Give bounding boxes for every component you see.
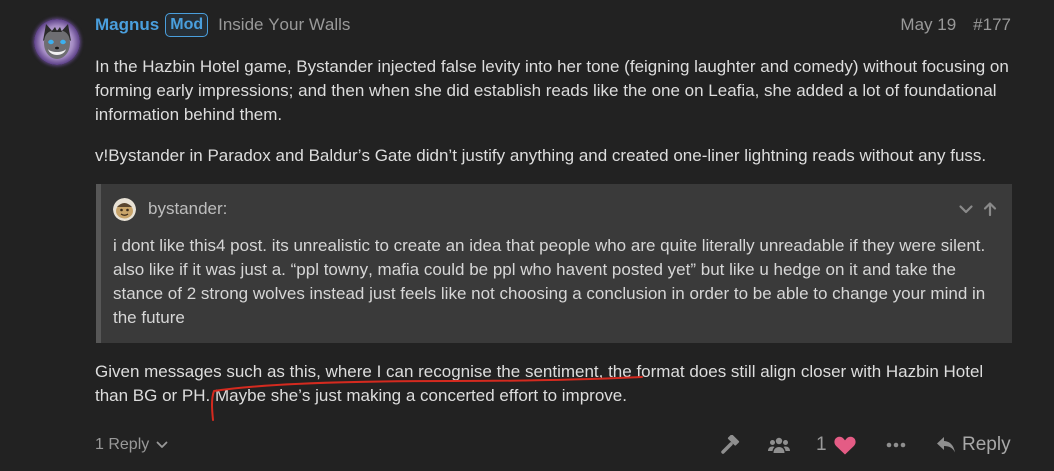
users-icon[interactable] xyxy=(768,436,790,454)
post-date[interactable]: May 19 xyxy=(900,15,956,35)
reply-label: Reply xyxy=(962,434,1011,455)
reply-arrow-icon xyxy=(937,437,955,453)
heart-icon[interactable] xyxy=(834,436,856,455)
quote-block: bystander: i dont like this4 post. its u… xyxy=(96,184,1012,343)
post-meta: May 19 #177 xyxy=(900,13,1011,37)
hammer-icon[interactable] xyxy=(720,435,740,455)
post-body: In the Hazbin Hotel game, Bystander inje… xyxy=(95,55,1015,408)
author-username[interactable]: Magnus xyxy=(95,15,159,35)
author-user-title: Inside Your Walls xyxy=(218,15,351,34)
mod-badge: Mod xyxy=(165,13,209,37)
quote-text: i dont like this4 post. its unrealistic … xyxy=(113,236,986,327)
chevron-down-icon[interactable] xyxy=(958,201,974,217)
post-header: Magnus Mod Inside Your Walls xyxy=(95,13,350,37)
reply-button[interactable]: Reply xyxy=(936,433,1011,457)
bystander-avatar-icon xyxy=(113,197,136,221)
arrow-up-icon[interactable] xyxy=(982,201,998,217)
chevron-down-icon xyxy=(156,441,168,448)
post-paragraph: v!Bystander in Paradox and Baldur’s Gate… xyxy=(95,146,987,165)
author-avatar[interactable] xyxy=(34,19,80,65)
show-replies-button[interactable]: 1 Reply xyxy=(95,433,168,457)
like-count[interactable]: 1 xyxy=(816,433,827,457)
quote-author-avatar xyxy=(113,197,136,221)
post-paragraph: In the Hazbin Hotel game, Bystander inje… xyxy=(95,57,1009,124)
quote-author-name: bystander: xyxy=(148,199,228,218)
post-number[interactable]: #177 xyxy=(973,15,1011,35)
wolf-avatar-icon xyxy=(34,19,80,65)
replies-label: 1 Reply xyxy=(95,436,150,453)
post-paragraph: Given messages such as this, where I can… xyxy=(95,362,984,405)
more-dots-icon[interactable] xyxy=(886,441,906,449)
quote-header: bystander: xyxy=(113,196,1000,222)
quote-controls xyxy=(958,201,998,217)
